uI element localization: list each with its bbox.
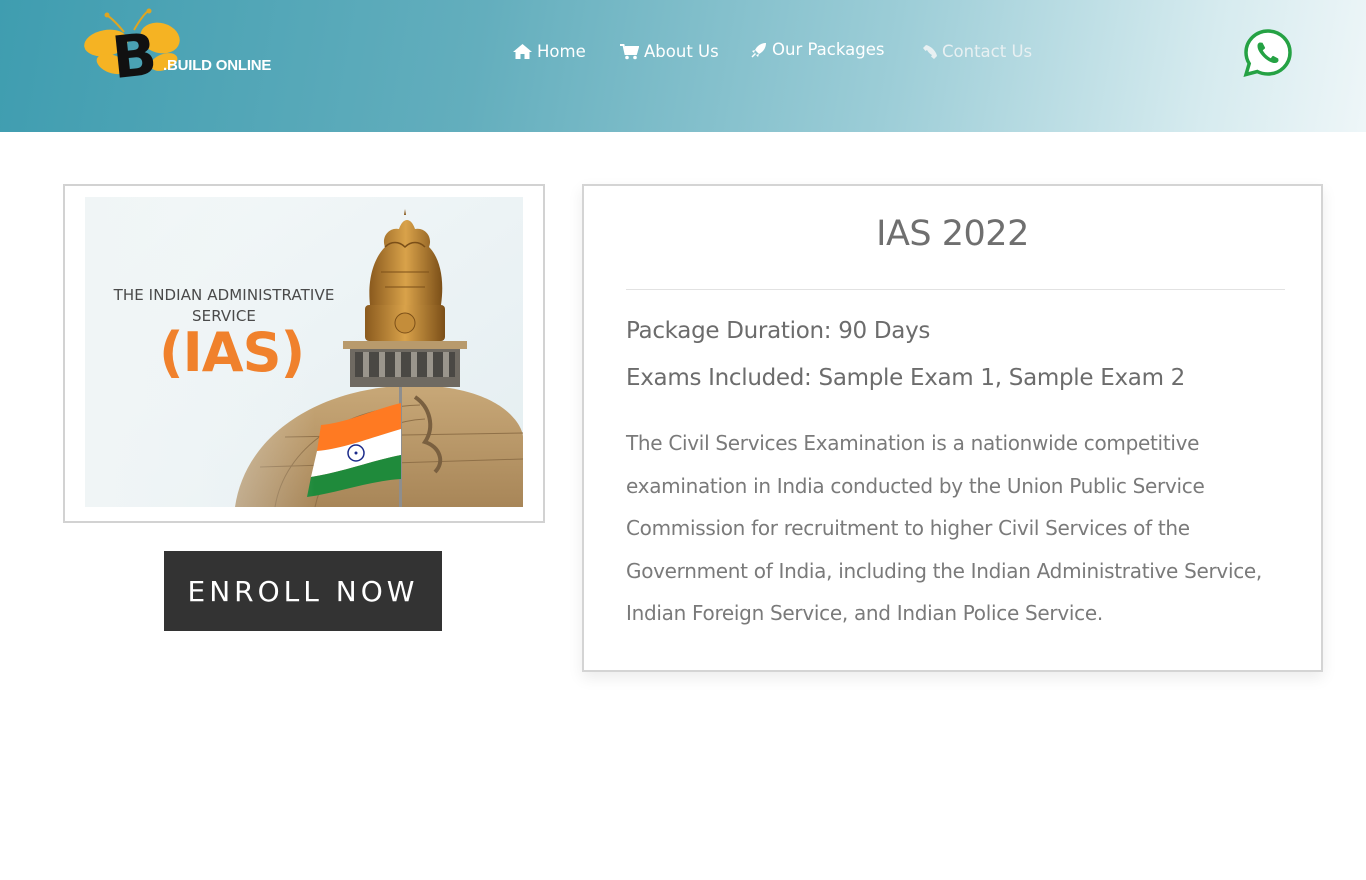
nav-item-home[interactable]: Home [513, 42, 586, 61]
package-description: The Civil Services Examination is a nati… [626, 431, 1262, 625]
exams-included: Exams Included: Sample Exam 1, Sample Ex… [626, 365, 1186, 391]
nav-label: Home [537, 42, 586, 61]
divider [626, 289, 1285, 290]
enroll-now-button[interactable]: ENROLL NOW [164, 551, 442, 631]
whatsapp-glyph [1243, 29, 1292, 77]
whatsapp-icon[interactable] [1243, 28, 1293, 78]
image-acronym: (IAS) [159, 321, 305, 384]
cart-icon [620, 43, 639, 59]
course-image: THE INDIAN ADMINISTRATIVE SERVICE (IAS) [85, 197, 523, 507]
site-logo[interactable]: B .BUILD ONLINE [84, 8, 284, 84]
nav-item-about[interactable]: About Us [620, 42, 719, 61]
course-image-card: THE INDIAN ADMINISTRATIVE SERVICE (IAS) [63, 184, 545, 523]
logo-wordmark: .BUILD ONLINE [163, 57, 272, 74]
package-duration: Package Duration: 90 Days [626, 318, 931, 344]
nav-label: Contact Us [942, 42, 1033, 61]
package-title: IAS 2022 [876, 214, 1029, 254]
nav-label: Our Packages [772, 40, 885, 59]
site-header: B .BUILD ONLINE Home About Us Our Packag… [0, 0, 1366, 132]
nav-item-packages[interactable]: Our Packages [751, 40, 884, 59]
ias-building-illustration [85, 197, 523, 507]
rocket-icon [751, 42, 766, 58]
nav-item-contact[interactable]: Contact Us [921, 42, 1032, 61]
phone-icon [923, 44, 937, 59]
nav-label: About Us [644, 42, 719, 61]
svg-text:B: B [109, 20, 160, 84]
package-details-card: IAS 2022 Package Duration: 90 Days Exams… [582, 184, 1323, 672]
home-icon [513, 44, 532, 59]
